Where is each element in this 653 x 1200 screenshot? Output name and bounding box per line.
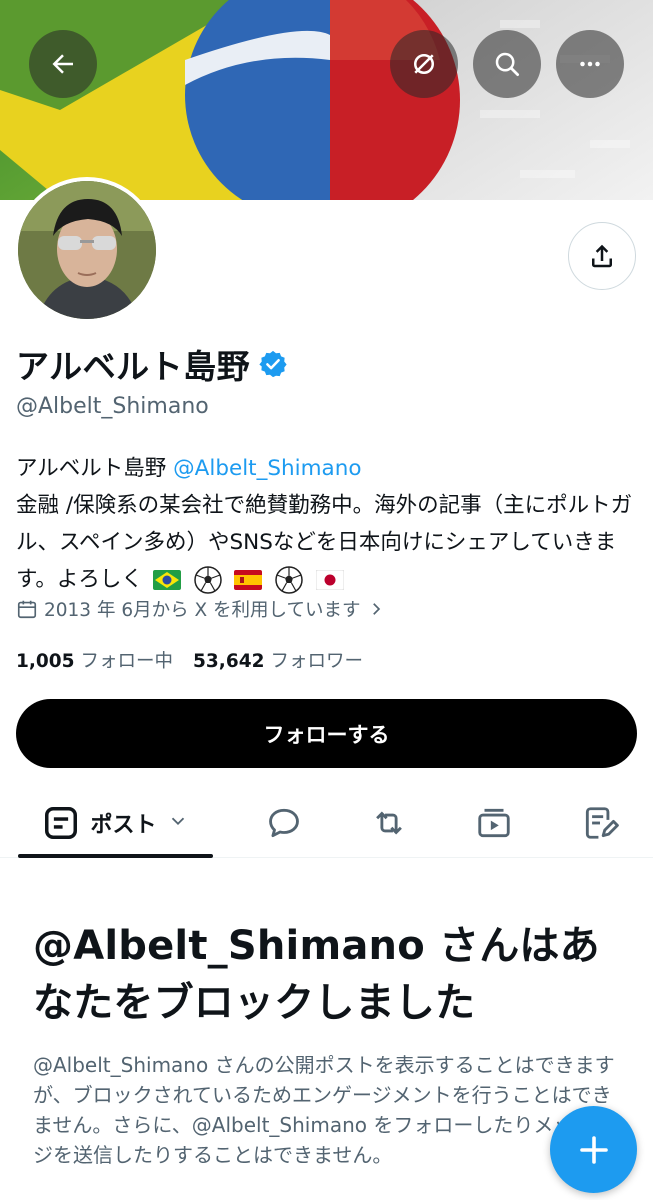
chevron-down-icon — [167, 810, 189, 836]
back-button[interactable] — [29, 30, 97, 98]
following-link[interactable]: 1,005 フォロー中 — [16, 647, 173, 673]
chevron-right-icon — [372, 603, 380, 615]
tab-media[interactable] — [460, 790, 528, 856]
avatar-image — [18, 181, 156, 319]
spain-flag-icon — [234, 570, 263, 590]
repost-icon — [376, 811, 402, 835]
display-name: アルベルト島野 — [16, 347, 251, 386]
blocked-title: @Albelt_Shimano さんはあなたをブロックしました — [33, 923, 600, 1026]
avatar[interactable] — [14, 177, 160, 323]
tab-replies[interactable] — [250, 790, 318, 856]
posts-tab-icon — [45, 807, 78, 839]
calendar-icon — [17, 600, 37, 619]
following-count: 1,005 — [16, 651, 75, 672]
articles-icon — [585, 807, 619, 839]
share-icon — [592, 244, 612, 268]
follow-counts: 1,005 フォロー中 53,642 フォロワー — [16, 647, 363, 673]
verified-badge-icon — [258, 349, 288, 379]
active-tab-indicator — [18, 854, 213, 858]
search-icon — [495, 52, 519, 76]
brazil-flag-icon — [152, 570, 181, 590]
profile-handle: @Albelt_Shimano — [16, 394, 209, 419]
replies-icon — [269, 808, 299, 838]
more-horizontal-icon — [580, 61, 600, 67]
followers-count: 53,642 — [193, 651, 265, 672]
profile-tabs: ポスト — [0, 790, 653, 858]
profile-banner — [0, 0, 653, 200]
share-button[interactable] — [568, 222, 636, 290]
crossed-globe-icon — [414, 54, 434, 74]
soccer-ball-icon — [275, 566, 303, 594]
more-button[interactable] — [556, 30, 624, 98]
joined-date[interactable]: 2013 年 6月から X を利用しています — [16, 596, 385, 622]
media-icon — [478, 808, 510, 838]
bio-name: アルベルト島野 — [16, 456, 167, 481]
tab-reposts[interactable] — [355, 790, 423, 856]
tab-posts[interactable]: ポスト — [18, 790, 213, 856]
blocked-description: @Albelt_Shimano さんの公開ポストを表示することはできますが、ブロ… — [33, 1053, 615, 1167]
compose-button[interactable] — [550, 1106, 637, 1193]
joined-text: 2013 年 6月から X を利用しています — [44, 600, 361, 621]
follow-button[interactable]: フォローする — [16, 699, 637, 768]
plus-icon — [579, 1135, 608, 1164]
following-label: フォロー中 — [80, 651, 174, 672]
tab-posts-label: ポスト — [90, 813, 157, 838]
arrow-left-icon — [52, 54, 73, 74]
search-button[interactable] — [473, 30, 541, 98]
tab-articles[interactable] — [566, 790, 634, 856]
japan-flag-icon — [316, 570, 345, 590]
profile-bio: アルベルト島野 @Albelt_Shimano 金融 /保険系の某会社で絶賛勤務… — [16, 450, 641, 598]
followers-link[interactable]: 53,642 フォロワー — [193, 647, 363, 673]
translate-globe-button[interactable] — [390, 30, 458, 98]
bio-mention-link[interactable]: @Albelt_Shimano — [173, 456, 361, 481]
followers-label: フォロワー — [270, 651, 363, 672]
profile-name-row: アルベルト島野 — [16, 340, 288, 388]
soccer-ball-icon — [193, 566, 222, 594]
